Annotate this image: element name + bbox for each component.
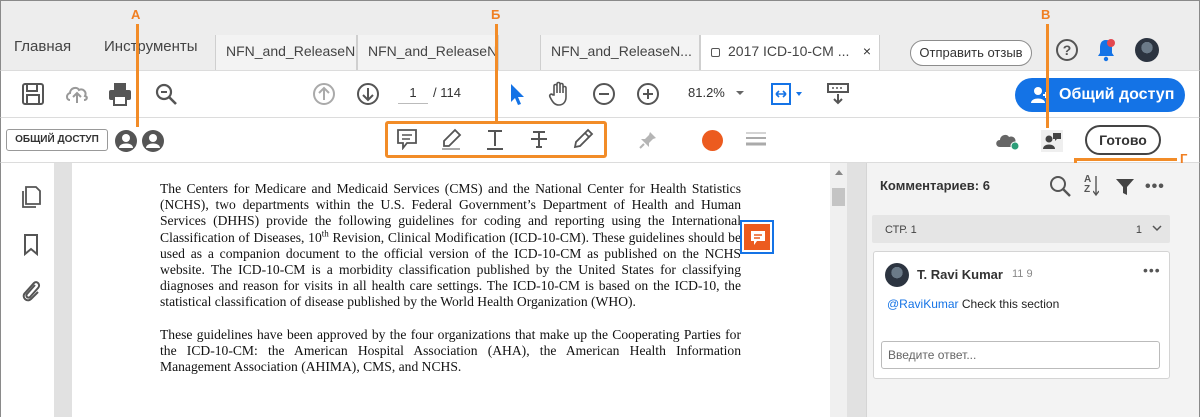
- comment-body: @RaviKumar Check this section: [887, 297, 1060, 311]
- feedback-button[interactable]: Отправить отзыв: [910, 40, 1032, 66]
- user-avatar[interactable]: [1135, 38, 1159, 62]
- tab-home[interactable]: Главная: [14, 38, 71, 55]
- chevron-down-icon[interactable]: [1152, 225, 1162, 232]
- zoom-in-icon[interactable]: [635, 81, 661, 107]
- page-down-icon[interactable]: [355, 81, 381, 107]
- callout-v: В: [1041, 7, 1051, 22]
- page-total: / 114: [433, 85, 461, 100]
- comment-bubble-icon: [751, 231, 765, 245]
- document-text: The Centers for Medicare and Medicaid Se…: [160, 181, 741, 391]
- sort-arrow-icon: [1093, 176, 1099, 197]
- done-button[interactable]: Готово: [1085, 125, 1161, 155]
- strikethrough-icon[interactable]: [528, 128, 550, 150]
- callout-b: Б: [491, 7, 501, 22]
- zoom-search-icon[interactable]: [153, 81, 179, 107]
- pages-icon[interactable]: [20, 185, 42, 209]
- doc-tab-active[interactable]: 2017 ICD-10-CM ... ×: [700, 35, 880, 71]
- participant-avatar-1[interactable]: [115, 130, 137, 152]
- highlighter-icon[interactable]: [440, 128, 462, 150]
- page-group-header[interactable]: СТР. 1 1: [872, 215, 1170, 243]
- sort-icon[interactable]: AZ: [1084, 175, 1100, 199]
- callout-a-line: [136, 24, 139, 127]
- close-tab-icon[interactable]: ×: [863, 43, 871, 59]
- chevron-down-icon[interactable]: [735, 90, 745, 96]
- color-picker[interactable]: [702, 130, 723, 151]
- page-up-icon[interactable]: [311, 81, 337, 107]
- callout-a: А: [131, 7, 141, 22]
- comment-mention[interactable]: @RaviKumar: [887, 297, 959, 311]
- line-weight-icon[interactable]: [745, 130, 767, 150]
- participant-avatar-2[interactable]: [142, 130, 164, 152]
- doc-tab-3[interactable]: NFN_and_ReleaseN...: [540, 35, 700, 70]
- comment-author: T. Ravi Kumar: [917, 267, 1003, 282]
- scroll-up-arrow-icon[interactable]: [834, 168, 844, 176]
- pin-icon[interactable]: [638, 130, 658, 150]
- select-arrow-icon[interactable]: [504, 81, 530, 107]
- shared-label: ОБЩИЙ ДОСТУП: [6, 129, 108, 151]
- search-icon[interactable]: [1048, 174, 1072, 198]
- scrollbar-thumb[interactable]: [832, 188, 845, 206]
- scroll-mode-icon[interactable]: [825, 81, 851, 107]
- callout-b-line: [495, 24, 498, 121]
- pencil-icon[interactable]: [572, 128, 594, 150]
- more-icon[interactable]: •••: [1145, 178, 1165, 196]
- sticky-note-annotation[interactable]: [740, 220, 774, 254]
- person-icon: [119, 134, 133, 148]
- callout-v-line: [1046, 24, 1049, 128]
- save-icon[interactable]: [20, 81, 46, 107]
- lock-icon: [711, 48, 720, 57]
- bookmark-icon[interactable]: [22, 233, 40, 257]
- comment-more-icon[interactable]: •••: [1143, 262, 1161, 278]
- person-icon: [146, 134, 160, 148]
- cloud-icon[interactable]: [994, 131, 1022, 151]
- text-icon[interactable]: [484, 128, 506, 150]
- doc-tab-2[interactable]: NFN_and_ReleaseN...: [357, 35, 499, 70]
- sticky-note-icon[interactable]: [396, 128, 418, 150]
- tab-tools[interactable]: Инструменты: [104, 38, 198, 55]
- print-icon[interactable]: [107, 81, 133, 107]
- bell-icon[interactable]: [1096, 38, 1116, 62]
- zoom-level[interactable]: 81.2%: [688, 85, 725, 100]
- hand-icon[interactable]: [546, 81, 572, 107]
- paragraph-1: The Centers for Medicare and Medicaid Se…: [160, 181, 741, 310]
- comment-date: 11 9: [1012, 268, 1033, 280]
- callout-g-line: [1075, 158, 1177, 161]
- doc-tab-1[interactable]: NFN_and_ReleaseN...: [215, 35, 357, 70]
- share-button[interactable]: Общий доступ: [1015, 78, 1185, 112]
- paragraph-2: These guidelines have been approved by t…: [160, 326, 741, 375]
- help-icon[interactable]: ?: [1056, 39, 1078, 61]
- fit-page-icon[interactable]: [770, 81, 806, 107]
- reply-input[interactable]: [881, 341, 1160, 369]
- upload-icon[interactable]: [64, 81, 90, 107]
- page-number-input[interactable]: 1: [398, 82, 428, 104]
- paperclip-icon[interactable]: [20, 278, 42, 304]
- comment-author-avatar: [885, 263, 909, 287]
- share-reviewer-icon[interactable]: [1041, 130, 1063, 152]
- zoom-out-icon[interactable]: [591, 81, 617, 107]
- filter-icon[interactable]: [1115, 177, 1135, 197]
- comment-count: Комментариев: 6: [880, 178, 990, 193]
